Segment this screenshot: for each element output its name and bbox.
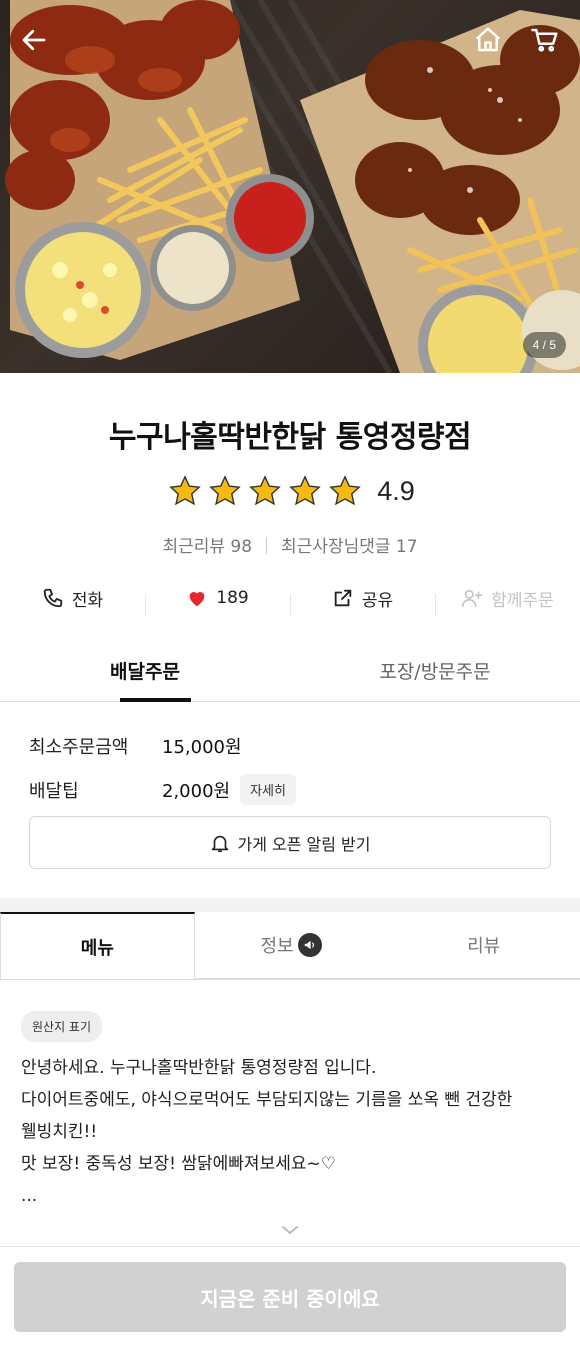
- hero-image[interactable]: 4 / 5: [0, 0, 580, 373]
- tab-info[interactable]: 정보: [194, 912, 388, 979]
- cart-button[interactable]: [527, 22, 563, 58]
- min-order-label: 최소주문금액: [29, 737, 129, 758]
- cart-icon: [531, 28, 558, 52]
- phone-icon: [43, 588, 63, 608]
- heart-icon: [189, 592, 205, 607]
- intro-line: 웰빙치킨!!: [21, 1122, 98, 1142]
- min-order-row: 최소주문금액 15,000원: [29, 733, 242, 759]
- back-button[interactable]: [16, 22, 52, 58]
- group-order-label: 함께주문: [491, 590, 554, 611]
- tab-review[interactable]: 리뷰: [387, 912, 580, 979]
- content-tabs: 메뉴 정보 리뷰: [0, 912, 580, 980]
- star-icon: [289, 475, 322, 506]
- tab-review-label: 리뷰: [467, 936, 501, 957]
- intro-line: 다이어트중에도, 야식으로먹어도 부담되지않는 기름을 쏘옥 뺀 건강한: [21, 1090, 513, 1110]
- recent-reviews-link[interactable]: 최근리뷰 98: [162, 537, 252, 557]
- rating-row[interactable]: 4.9: [0, 474, 580, 508]
- megaphone-icon: [297, 933, 322, 957]
- store-actions: 전화 189 공유 함께주문: [0, 578, 580, 618]
- tab-info-label: 정보: [260, 936, 294, 957]
- review-summary[interactable]: 최근리뷰 98 최근사장님댓글 17: [0, 532, 580, 557]
- home-button[interactable]: [470, 22, 506, 58]
- owner-replies-link[interactable]: 최근사장님댓글 17: [281, 537, 418, 557]
- call-button[interactable]: 전화: [0, 586, 145, 611]
- min-order-value: 15,000원: [162, 737, 242, 758]
- section-divider: [0, 898, 580, 912]
- star-icon: [209, 475, 242, 506]
- back-arrow-icon: [22, 29, 46, 51]
- add-person-icon: [462, 589, 483, 608]
- intro-line: 안녕하세요. 누구나홀딱반한닭 통영정량점 입니다.: [21, 1058, 377, 1078]
- store-name: 누구나홀딱반한닭 통영정량점: [108, 420, 472, 455]
- order-cta-button[interactable]: 지금은 준비 중이에요: [14, 1262, 566, 1332]
- tip-detail-button[interactable]: 자세히: [240, 774, 296, 805]
- delivery-tip-row: 배달팁 2,000원 자세히: [29, 774, 296, 805]
- star-icon: [329, 475, 362, 506]
- intro-line: ...: [21, 1186, 38, 1206]
- order-type-tabs: 배달주문 포장/방문주문: [0, 648, 580, 702]
- group-order-button[interactable]: 함께주문: [435, 586, 580, 616]
- chevron-down-icon[interactable]: [278, 1218, 302, 1242]
- divider: [266, 538, 268, 554]
- like-button[interactable]: 189: [145, 587, 290, 617]
- star-icon: [249, 475, 282, 506]
- like-count: 189: [216, 588, 249, 608]
- tab-pickup[interactable]: 포장/방문주문: [290, 648, 580, 701]
- share-label: 공유: [361, 590, 394, 611]
- rating-value: 4.9: [377, 475, 415, 506]
- tab-menu-label: 메뉴: [80, 937, 114, 959]
- tab-delivery[interactable]: 배달주문: [0, 648, 290, 702]
- delivery-tip-value: 2,000원: [162, 780, 231, 802]
- share-icon: [334, 589, 352, 607]
- star-icon: [169, 475, 202, 506]
- delivery-tip-label: 배달팁: [29, 780, 79, 802]
- open-notify-label: 가게 오픈 알림 받기: [237, 834, 371, 854]
- image-counter: 4 / 5: [522, 332, 566, 358]
- bell-icon: [212, 835, 229, 852]
- origin-label-chip[interactable]: 원산지 표기: [21, 1011, 103, 1042]
- tab-menu[interactable]: 메뉴: [0, 912, 195, 979]
- open-notify-button[interactable]: 가게 오픈 알림 받기: [29, 816, 551, 869]
- call-label: 전화: [71, 590, 104, 611]
- intro-line: 맛 보장! 중독성 보장! 쌈닭에빠져보세요~♡: [21, 1154, 336, 1174]
- home-icon: [475, 27, 501, 52]
- share-button[interactable]: 공유: [290, 586, 435, 616]
- store-intro: 안녕하세요. 누구나홀딱반한닭 통영정량점 입니다. 다이어트중에도, 야식으로…: [21, 1052, 566, 1212]
